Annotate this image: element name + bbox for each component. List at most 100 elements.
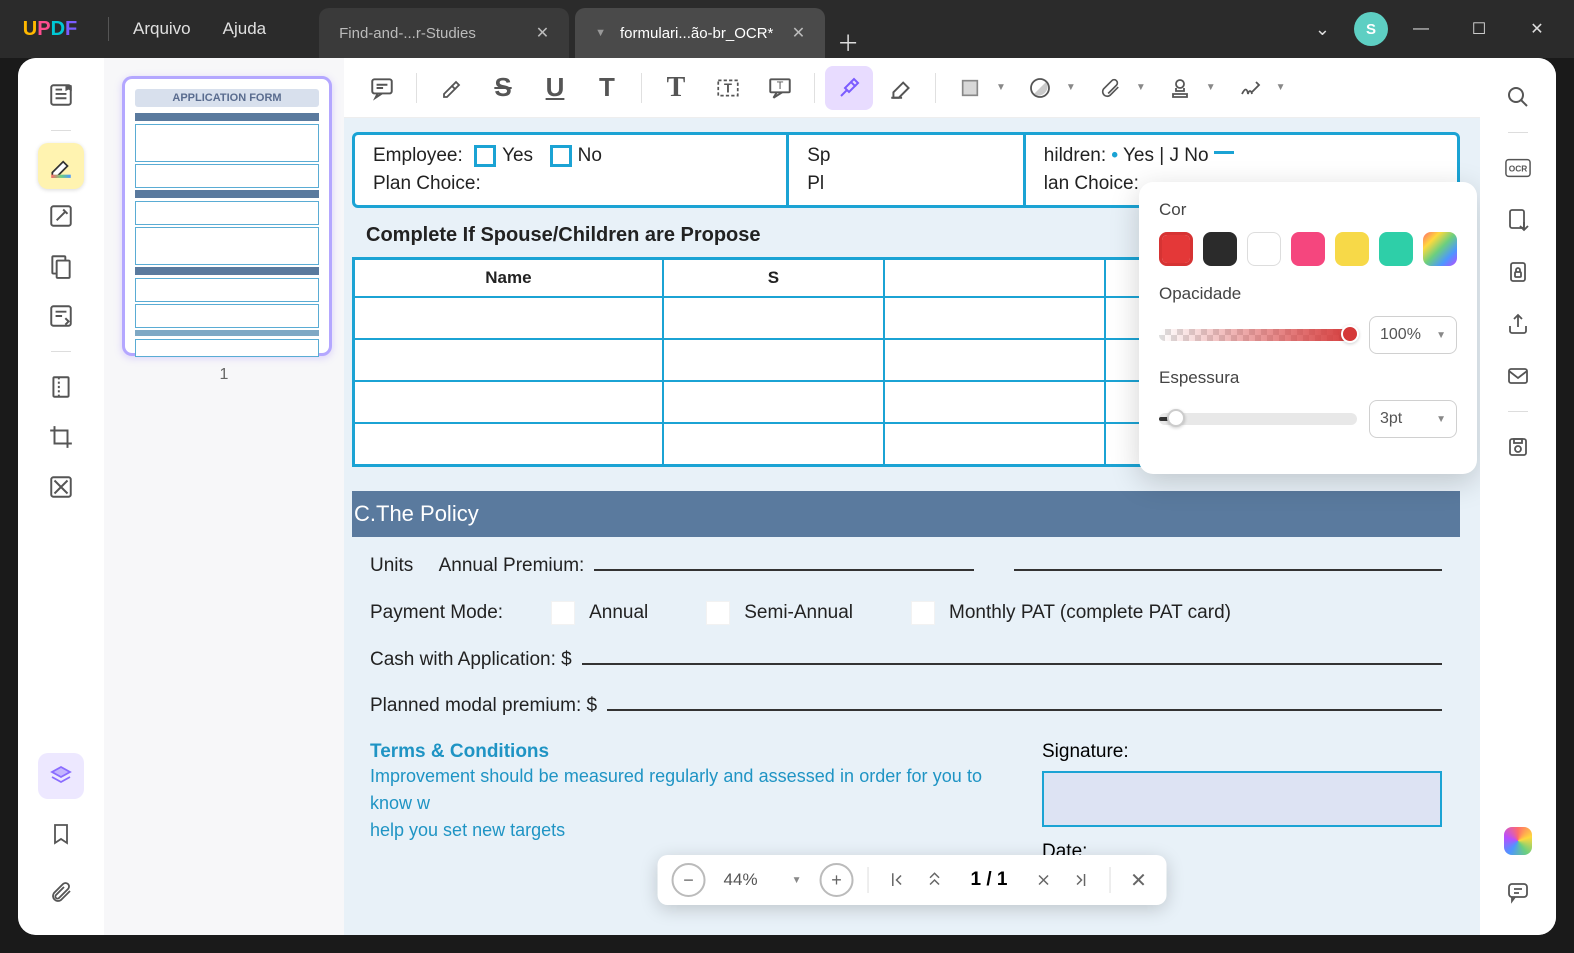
opacity-slider[interactable] bbox=[1159, 329, 1357, 341]
tab-inactive[interactable]: Find-and-...r-Studies ✕ bbox=[319, 8, 569, 58]
signature-field[interactable] bbox=[1042, 771, 1442, 827]
color-label: Cor bbox=[1159, 200, 1457, 220]
color-teal[interactable] bbox=[1379, 232, 1413, 266]
close-nav-icon[interactable]: ✕ bbox=[1124, 863, 1152, 897]
slider-thumb[interactable] bbox=[1167, 409, 1185, 427]
save-icon[interactable] bbox=[1495, 424, 1541, 470]
close-icon[interactable]: ✕ bbox=[792, 23, 805, 43]
zoom-out-button[interactable]: − bbox=[672, 863, 706, 897]
policy-header: C.The Policy bbox=[352, 491, 1460, 537]
squiggly-icon[interactable]: T bbox=[583, 66, 631, 110]
highlighter-icon[interactable] bbox=[427, 66, 475, 110]
tab-dropdown-icon[interactable]: ▼ bbox=[595, 27, 606, 39]
convert-icon[interactable] bbox=[1495, 197, 1541, 243]
color-swatches bbox=[1159, 232, 1457, 266]
close-icon[interactable]: ✕ bbox=[536, 23, 549, 43]
color-white[interactable] bbox=[1247, 232, 1281, 266]
color-custom[interactable] bbox=[1423, 232, 1457, 266]
user-avatar[interactable]: S bbox=[1354, 12, 1388, 46]
terms-title: Terms & Conditions bbox=[370, 741, 982, 763]
signature-label: Signature: bbox=[1042, 741, 1442, 763]
compress-tool-icon[interactable] bbox=[38, 364, 84, 410]
text-icon[interactable]: T bbox=[652, 66, 700, 110]
color-pink[interactable] bbox=[1291, 232, 1325, 266]
underline-icon[interactable]: U bbox=[531, 66, 579, 110]
opacity-select[interactable]: 100%▼ bbox=[1369, 316, 1457, 354]
page-thumbnail[interactable]: APPLICATION FORM bbox=[122, 76, 332, 356]
signature-dropdown[interactable]: ▼ bbox=[1226, 66, 1292, 110]
separator bbox=[51, 130, 71, 131]
close-button[interactable]: ✕ bbox=[1512, 9, 1562, 49]
zoom-select[interactable]: 44%▼ bbox=[716, 870, 810, 890]
right-sidebar: OCR bbox=[1480, 58, 1556, 935]
opacity-label: Opacidade bbox=[1159, 284, 1457, 304]
color-yellow[interactable] bbox=[1335, 232, 1369, 266]
email-icon[interactable] bbox=[1495, 353, 1541, 399]
protect-icon[interactable] bbox=[1495, 249, 1541, 295]
minimize-button[interactable]: ― bbox=[1396, 9, 1446, 49]
thumb-page-number: 1 bbox=[122, 366, 326, 384]
add-tab-button[interactable]: ＋ bbox=[828, 26, 868, 58]
ai-icon[interactable] bbox=[1504, 827, 1532, 855]
app-body: APPLICATION FORM 1 S U T T T T bbox=[18, 58, 1556, 935]
app-logo: UPDF bbox=[0, 18, 100, 41]
col-s: S bbox=[663, 259, 884, 298]
cash-app-label: Cash with Application: $ bbox=[370, 649, 572, 671]
slider-thumb[interactable] bbox=[1341, 325, 1359, 343]
zoom-in-button[interactable]: + bbox=[819, 863, 853, 897]
thumbnail-panel: APPLICATION FORM 1 bbox=[104, 58, 344, 935]
layers-icon[interactable] bbox=[38, 753, 84, 799]
highlight-tool-icon[interactable] bbox=[38, 143, 84, 189]
eraser-icon[interactable] bbox=[877, 66, 925, 110]
bookmark-icon[interactable] bbox=[38, 811, 84, 857]
chevron-down-icon[interactable]: ⌄ bbox=[1299, 11, 1346, 48]
shape-dropdown[interactable]: ▼ bbox=[946, 66, 1012, 110]
form-tool-icon[interactable] bbox=[38, 293, 84, 339]
pages-tool-icon[interactable] bbox=[38, 243, 84, 289]
checkbox[interactable] bbox=[911, 601, 935, 625]
reader-tool-icon[interactable] bbox=[38, 72, 84, 118]
maximize-button[interactable]: ☐ bbox=[1454, 9, 1504, 49]
search-icon[interactable] bbox=[1495, 74, 1541, 120]
edit-tool-icon[interactable] bbox=[38, 193, 84, 239]
strikethrough-icon[interactable]: S bbox=[479, 66, 527, 110]
share-icon[interactable] bbox=[1495, 301, 1541, 347]
thickness-slider[interactable] bbox=[1159, 413, 1357, 425]
redact-tool-icon[interactable] bbox=[38, 464, 84, 510]
first-page-icon[interactable] bbox=[882, 863, 910, 897]
units-label: Units bbox=[370, 555, 413, 577]
color-red[interactable] bbox=[1159, 232, 1193, 266]
checkbox[interactable] bbox=[550, 145, 572, 167]
main-menu: Arquivo Ajuda bbox=[133, 19, 266, 39]
plan-choice-label: Plan Choice: bbox=[373, 173, 768, 195]
stamp-dropdown[interactable]: ▼ bbox=[1156, 66, 1222, 110]
next-page-icon[interactable] bbox=[1029, 863, 1057, 897]
callout-icon[interactable]: T bbox=[756, 66, 804, 110]
chat-icon[interactable] bbox=[1495, 869, 1541, 915]
comment-icon[interactable] bbox=[358, 66, 406, 110]
spouse-partial: Sp bbox=[807, 145, 1005, 167]
page-indicator: 1 / 1 bbox=[958, 869, 1019, 891]
titlebar: UPDF Arquivo Ajuda Find-and-...r-Studies… bbox=[0, 0, 1574, 58]
checkbox[interactable] bbox=[551, 601, 575, 625]
prev-page-icon[interactable] bbox=[920, 863, 948, 897]
attach-dropdown[interactable]: ▼ bbox=[1086, 66, 1152, 110]
left-sidebar bbox=[18, 58, 104, 935]
pencil-icon[interactable] bbox=[825, 66, 873, 110]
sticker-dropdown[interactable]: ▼ bbox=[1016, 66, 1082, 110]
checkbox[interactable] bbox=[474, 145, 496, 167]
tab-active[interactable]: ▼ formulari...ão-br_OCR* ✕ bbox=[575, 8, 825, 58]
menu-help[interactable]: Ajuda bbox=[223, 19, 266, 39]
ocr-icon[interactable]: OCR bbox=[1495, 145, 1541, 191]
checkbox[interactable] bbox=[706, 601, 730, 625]
annual-premium-label: Annual Premium: bbox=[439, 555, 585, 577]
last-page-icon[interactable] bbox=[1067, 863, 1095, 897]
attachment-icon[interactable] bbox=[38, 869, 84, 915]
menu-file[interactable]: Arquivo bbox=[133, 19, 191, 39]
textbox-icon[interactable]: T bbox=[704, 66, 752, 110]
window-controls: ⌄ S ― ☐ ✕ bbox=[1299, 9, 1574, 49]
color-black[interactable] bbox=[1203, 232, 1237, 266]
pencil-properties-popup: Cor Opacidade 100%▼ Espessura bbox=[1139, 182, 1477, 474]
crop-tool-icon[interactable] bbox=[38, 414, 84, 460]
thickness-select[interactable]: 3pt▼ bbox=[1369, 400, 1457, 438]
